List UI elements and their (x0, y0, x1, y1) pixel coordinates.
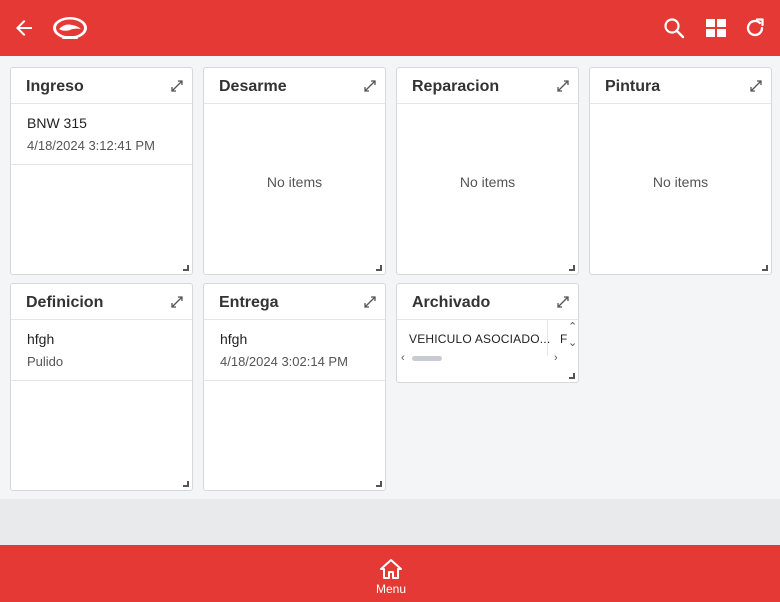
empty-state-text: No items (266, 174, 323, 190)
bottom-nav-bar: Menu (0, 545, 780, 602)
card-title: Definicion (26, 294, 104, 311)
resize-handle-icon[interactable] (569, 265, 575, 271)
card-header: Entrega (204, 284, 385, 320)
card-title: Reparacion (412, 78, 500, 95)
card-header: Definicion (11, 284, 192, 320)
item-title: BNW 315 (27, 115, 87, 131)
column-card-ingreso: Ingreso BNW 315 4/18/2024 3:12:41 PM (10, 67, 193, 275)
expand-icon[interactable] (169, 294, 185, 310)
archive-table: VEHICULO ASOCIADO... F ⌃ ⌄ ‹ › (397, 320, 578, 378)
card-title: Ingreso (26, 78, 84, 95)
column-divider (547, 320, 548, 356)
table-column-header[interactable]: VEHICULO ASOCIADO... (409, 332, 550, 346)
card-title: Entrega (219, 294, 279, 311)
home-icon (380, 559, 402, 579)
resize-handle-icon[interactable] (569, 373, 575, 379)
list-item[interactable]: hfgh Pulido (11, 320, 192, 381)
column-card-entrega: Entrega hfgh 4/18/2024 3:02:14 PM (203, 283, 386, 491)
chevron-down-icon[interactable]: ⌄ (568, 338, 577, 349)
menu-label: Menu (375, 582, 407, 596)
resize-handle-icon[interactable] (183, 265, 189, 271)
column-card-reparacion: Reparacion No items (396, 67, 579, 275)
expand-icon[interactable] (362, 294, 378, 310)
board-area: Ingreso BNW 315 4/18/2024 3:12:41 PM Des… (0, 56, 780, 499)
list-item[interactable]: hfgh 4/18/2024 3:02:14 PM (204, 320, 385, 381)
chevron-left-icon[interactable]: ‹ (401, 353, 405, 364)
resize-handle-icon[interactable] (376, 481, 382, 487)
column-card-pintura: Pintura No items (589, 67, 772, 275)
card-title: Desarme (219, 78, 287, 95)
search-icon[interactable] (662, 16, 686, 40)
resize-handle-icon[interactable] (183, 481, 189, 487)
empty-state-text: No items (652, 174, 709, 190)
card-title: Pintura (605, 78, 661, 95)
column-card-definicion: Definicion hfgh Pulido (10, 283, 193, 491)
item-subtitle: 4/18/2024 3:02:14 PM (220, 354, 348, 369)
card-header: Reparacion (397, 68, 578, 104)
column-card-desarme: Desarme No items (203, 67, 386, 275)
empty-state-text: No items (459, 174, 516, 190)
resize-handle-icon[interactable] (376, 265, 382, 271)
brand-logo (53, 17, 87, 39)
chevron-right-icon[interactable]: › (554, 353, 558, 364)
card-header: Desarme (204, 68, 385, 104)
horizontal-scrollbar[interactable] (412, 356, 442, 361)
card-header: Pintura (590, 68, 771, 104)
menu-button[interactable]: Menu (360, 545, 422, 602)
expand-icon[interactable] (748, 78, 764, 94)
chevron-up-icon[interactable]: ⌃ (568, 322, 577, 333)
top-app-bar (0, 0, 780, 56)
item-subtitle: Pulido (27, 354, 64, 369)
table-column-header[interactable]: F (560, 332, 568, 346)
card-title: Archivado (412, 294, 491, 311)
expand-icon[interactable] (362, 78, 378, 94)
item-title: hfgh (27, 331, 55, 347)
expand-icon[interactable] (555, 78, 571, 94)
card-header: Archivado (397, 284, 578, 320)
list-item[interactable]: BNW 315 4/18/2024 3:12:41 PM (11, 104, 192, 165)
item-subtitle: 4/18/2024 3:12:41 PM (27, 138, 155, 153)
expand-icon[interactable] (555, 294, 571, 310)
refresh-icon[interactable] (743, 16, 767, 40)
card-header: Ingreso (11, 68, 192, 104)
column-card-archivado: Archivado VEHICULO ASOCIADO... F ⌃ ⌄ ‹ › (396, 283, 579, 383)
item-title: hfgh (220, 331, 248, 347)
resize-handle-icon[interactable] (762, 265, 768, 271)
expand-icon[interactable] (169, 78, 185, 94)
grid-view-icon[interactable] (704, 16, 728, 40)
arrow-left-icon[interactable] (12, 16, 36, 40)
